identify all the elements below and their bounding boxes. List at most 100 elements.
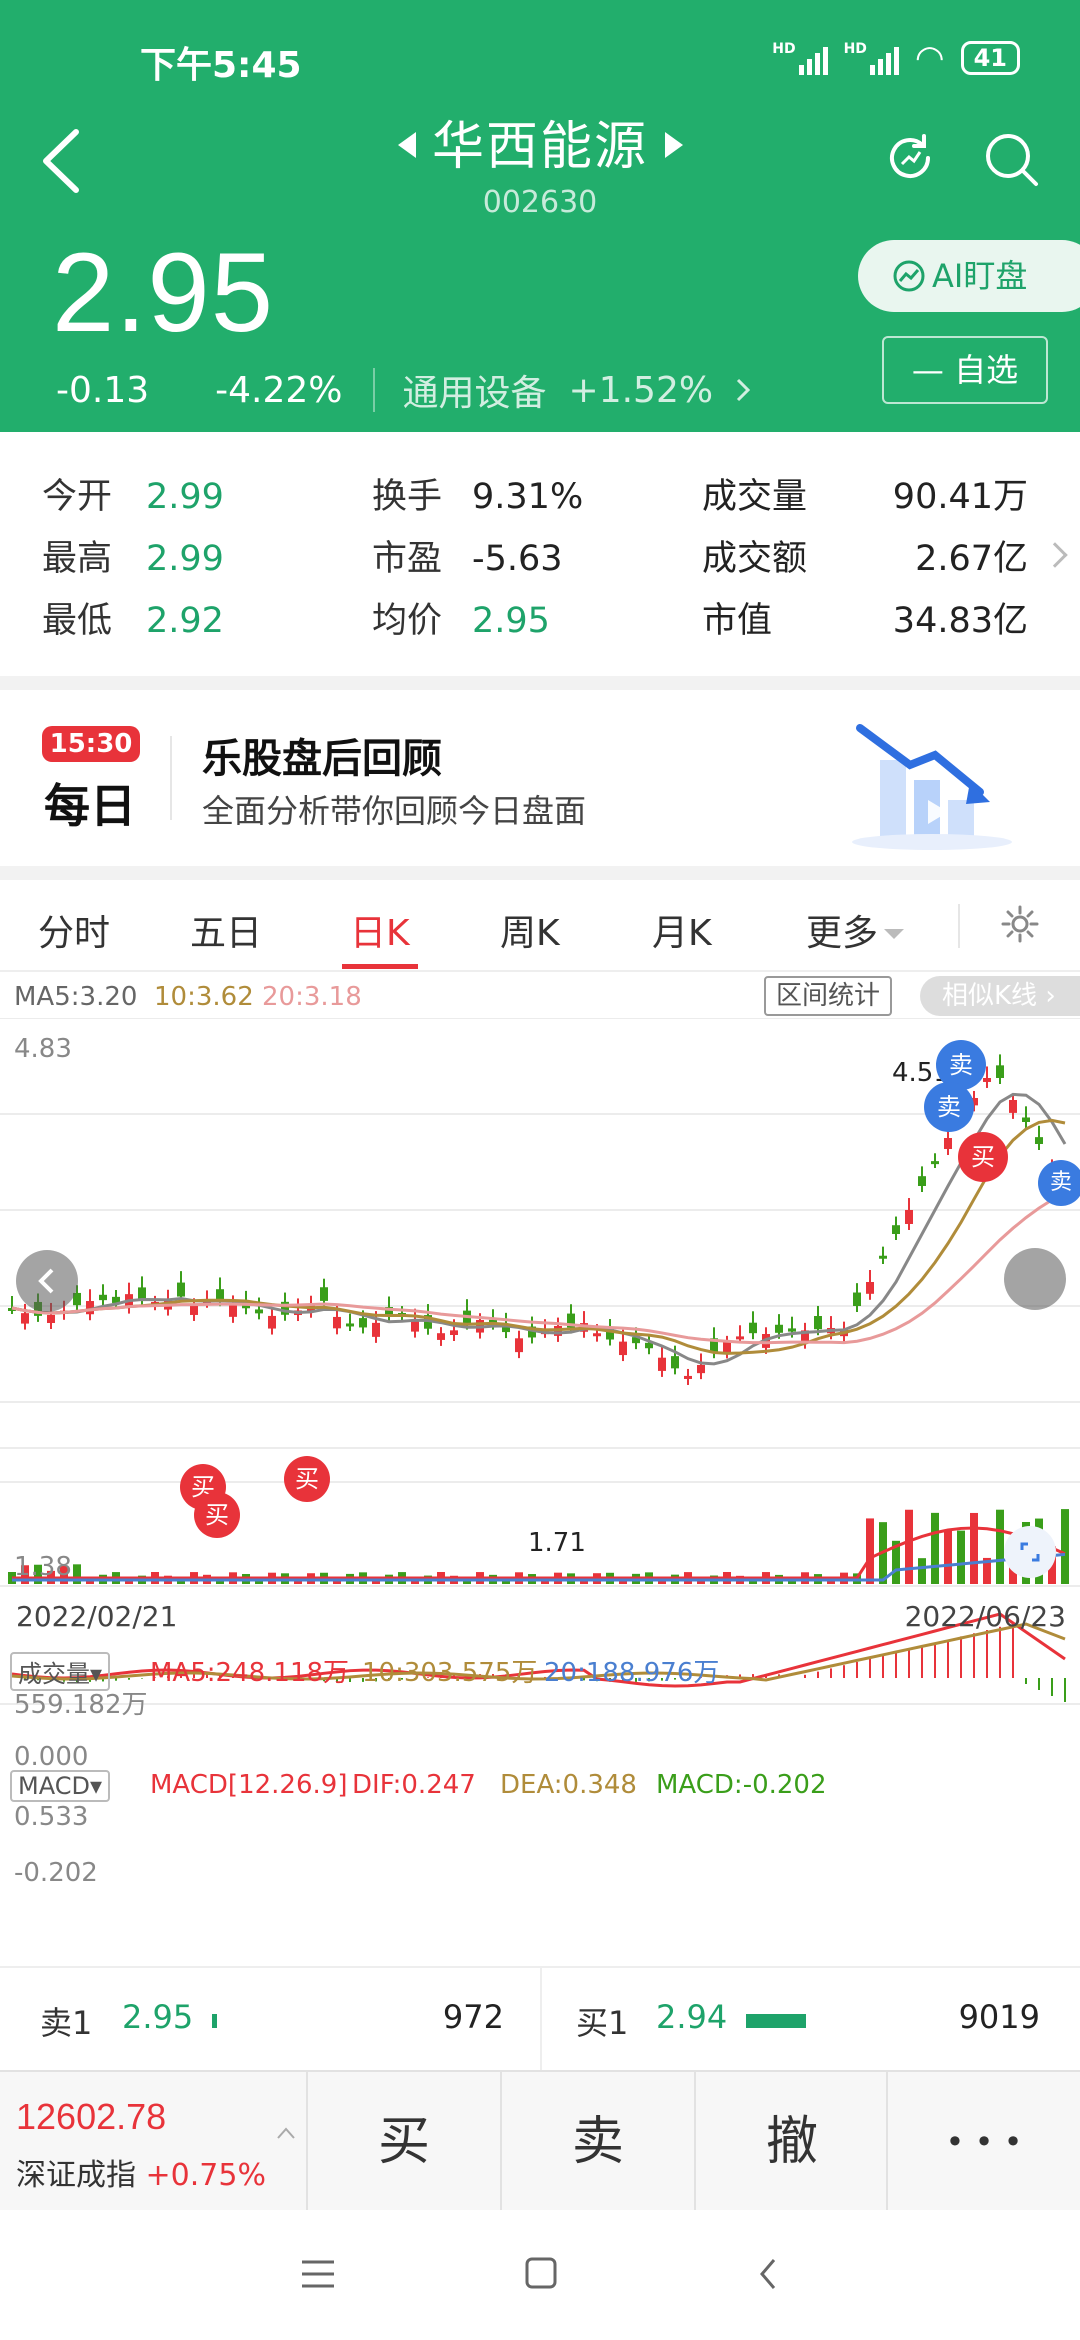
industry-pct[interactable]: +1.52% bbox=[569, 370, 714, 411]
quote-panel: 今开 2.99 最高 2.99 最低 2.92 换手 9.31% 市盈 -5.63 均价 2… bbox=[0, 432, 1080, 676]
battery-icon: 41 bbox=[960, 41, 1020, 75]
candle-body bbox=[593, 1333, 601, 1337]
trade-bar: 12602.78 深证成指 +0.75% 买 卖 撤 • • • bbox=[0, 2070, 1080, 2212]
back-icon[interactable] bbox=[756, 2256, 780, 2292]
candle-body bbox=[814, 1316, 822, 1330]
tab-timeshare[interactable]: 分时 bbox=[38, 904, 110, 956]
low-value: 2.92 bbox=[146, 601, 224, 641]
candle-body bbox=[879, 1255, 887, 1259]
settings-gear-icon[interactable] bbox=[1000, 904, 1040, 944]
buy-marker[interactable]: 买 bbox=[194, 1492, 240, 1538]
range-stats-button[interactable]: 区间统计 bbox=[764, 976, 893, 1016]
bid1-label: 买1 bbox=[576, 2004, 629, 2042]
candle-body bbox=[216, 1289, 224, 1301]
wifi-icon: ◠ bbox=[914, 38, 945, 78]
candle-body bbox=[359, 1318, 367, 1328]
tab-monthly-k[interactable]: 月K bbox=[652, 904, 712, 956]
tab-five-day[interactable]: 五日 bbox=[190, 904, 262, 956]
candle-body bbox=[684, 1375, 692, 1379]
scroll-right-button[interactable] bbox=[1004, 1248, 1066, 1310]
candle-body bbox=[1009, 1100, 1017, 1113]
high-label: 最高 bbox=[42, 539, 113, 579]
ai-watch-button[interactable]: AI盯盘 bbox=[858, 240, 1080, 312]
buy-button[interactable]: 买 bbox=[306, 2072, 500, 2212]
amount-label: 成交额 bbox=[702, 539, 808, 579]
ma10-label: 10:3.62 bbox=[154, 982, 254, 1012]
divider bbox=[0, 866, 1080, 880]
candle-body bbox=[47, 1314, 55, 1324]
vol-ma20: 20:188.976万 bbox=[544, 1658, 720, 1688]
kline-chart-area[interactable]: MA5:3.20 10:3.62 20:3.18 区间统计 相似K线 › 4.8… bbox=[0, 972, 1080, 1962]
candle-body bbox=[138, 1287, 146, 1300]
y-axis-low: 1.38 bbox=[14, 1552, 72, 1582]
home-icon[interactable] bbox=[524, 2256, 558, 2290]
refresh-icon[interactable] bbox=[882, 130, 938, 186]
candle-body bbox=[346, 1323, 354, 1327]
add-watchlist-button[interactable]: — 自选 bbox=[882, 336, 1048, 404]
y-axis-high: 4.83 bbox=[14, 1034, 72, 1064]
ma5-label: MA5:3.20 bbox=[14, 982, 138, 1012]
candle-body bbox=[697, 1364, 705, 1374]
ma-line bbox=[11, 1118, 1066, 1355]
pe-label: 市盈 bbox=[372, 539, 443, 579]
fullscreen-button[interactable] bbox=[1004, 1526, 1056, 1578]
cancel-order-button[interactable]: 撤 bbox=[694, 2072, 888, 2212]
volume-bar bbox=[970, 1512, 978, 1584]
macd-max: 0.533 bbox=[14, 1802, 89, 1832]
candle-body bbox=[749, 1322, 757, 1334]
index-value[interactable]: 12602.78 bbox=[16, 2096, 166, 2138]
more-button[interactable]: • • • bbox=[886, 2072, 1080, 2212]
candle-body bbox=[177, 1282, 185, 1297]
macd-value: MACD:-0.202 bbox=[656, 1770, 827, 1800]
candle-body bbox=[905, 1210, 913, 1224]
candle-body bbox=[658, 1357, 666, 1371]
mcap-label: 市值 bbox=[702, 601, 773, 641]
pe-value: -5.63 bbox=[472, 539, 563, 579]
industry-link[interactable]: 通用设备 bbox=[403, 364, 547, 416]
date-start: 2022/02/21 bbox=[16, 1600, 178, 1633]
candle-body bbox=[1022, 1117, 1030, 1122]
menu-icon[interactable] bbox=[300, 2258, 336, 2290]
date-end: 2022/06/23 bbox=[904, 1600, 1066, 1633]
ma20-label: 20:3.18 bbox=[262, 982, 362, 1012]
similar-k-button[interactable]: 相似K线 › bbox=[920, 976, 1080, 1016]
index-name[interactable]: 深证成指 +0.75% bbox=[16, 2150, 266, 2194]
daily-review-banner[interactable]: 15:30 每日 乐股盘后回顾 全面分析带你回顾今日盘面 bbox=[0, 690, 1080, 866]
ask1-volume: 972 bbox=[442, 1998, 504, 2036]
scroll-left-button[interactable] bbox=[16, 1250, 78, 1312]
macd-indicator-select[interactable]: MACD▾ bbox=[10, 1770, 110, 1802]
divider bbox=[958, 904, 960, 948]
ai-chart-icon bbox=[893, 260, 925, 292]
status-icons: HD HD ◠ 41 bbox=[772, 38, 1020, 78]
low-label: 最低 bbox=[42, 601, 113, 641]
volume-bar bbox=[996, 1509, 1004, 1584]
tab-daily-k[interactable]: 日K bbox=[350, 904, 410, 956]
candle-body bbox=[437, 1333, 445, 1340]
turnover-label: 换手 bbox=[372, 477, 443, 517]
tab-weekly-k[interactable]: 周K bbox=[500, 904, 560, 956]
sell-marker[interactable]: 卖 bbox=[924, 1082, 974, 1132]
search-icon[interactable] bbox=[982, 130, 1040, 188]
candle-body bbox=[333, 1316, 341, 1329]
amount-value: 2.67亿 bbox=[915, 539, 1028, 579]
candle-body bbox=[671, 1356, 679, 1369]
ask1-volume-bar bbox=[212, 2014, 217, 2028]
dropdown-caret-icon bbox=[884, 929, 905, 939]
quote-expand-icon[interactable] bbox=[1042, 542, 1068, 568]
stock-header: 下午5:45 HD HD ◠ 41 华西能源 002630 2.95 -0.13… bbox=[0, 0, 1080, 432]
candle-body bbox=[515, 1338, 523, 1353]
candle-body bbox=[996, 1065, 1004, 1078]
tab-more[interactable]: 更多 bbox=[806, 904, 905, 956]
sell-marker[interactable]: 卖 bbox=[1038, 1160, 1080, 1206]
candle-body bbox=[320, 1287, 328, 1301]
signal-icon-2: HD bbox=[844, 41, 899, 75]
sell-button[interactable]: 卖 bbox=[500, 2072, 694, 2212]
macd-dif: DIF:0.247 bbox=[352, 1770, 476, 1800]
buy-marker[interactable]: 买 bbox=[284, 1456, 330, 1502]
open-label: 今开 bbox=[42, 477, 113, 517]
volume-bar bbox=[957, 1530, 965, 1584]
chevron-up-icon[interactable] bbox=[276, 2126, 296, 2140]
buy-marker[interactable]: 买 bbox=[958, 1132, 1008, 1182]
volume-value: 90.41万 bbox=[892, 477, 1028, 517]
candle-body bbox=[788, 1328, 796, 1332]
